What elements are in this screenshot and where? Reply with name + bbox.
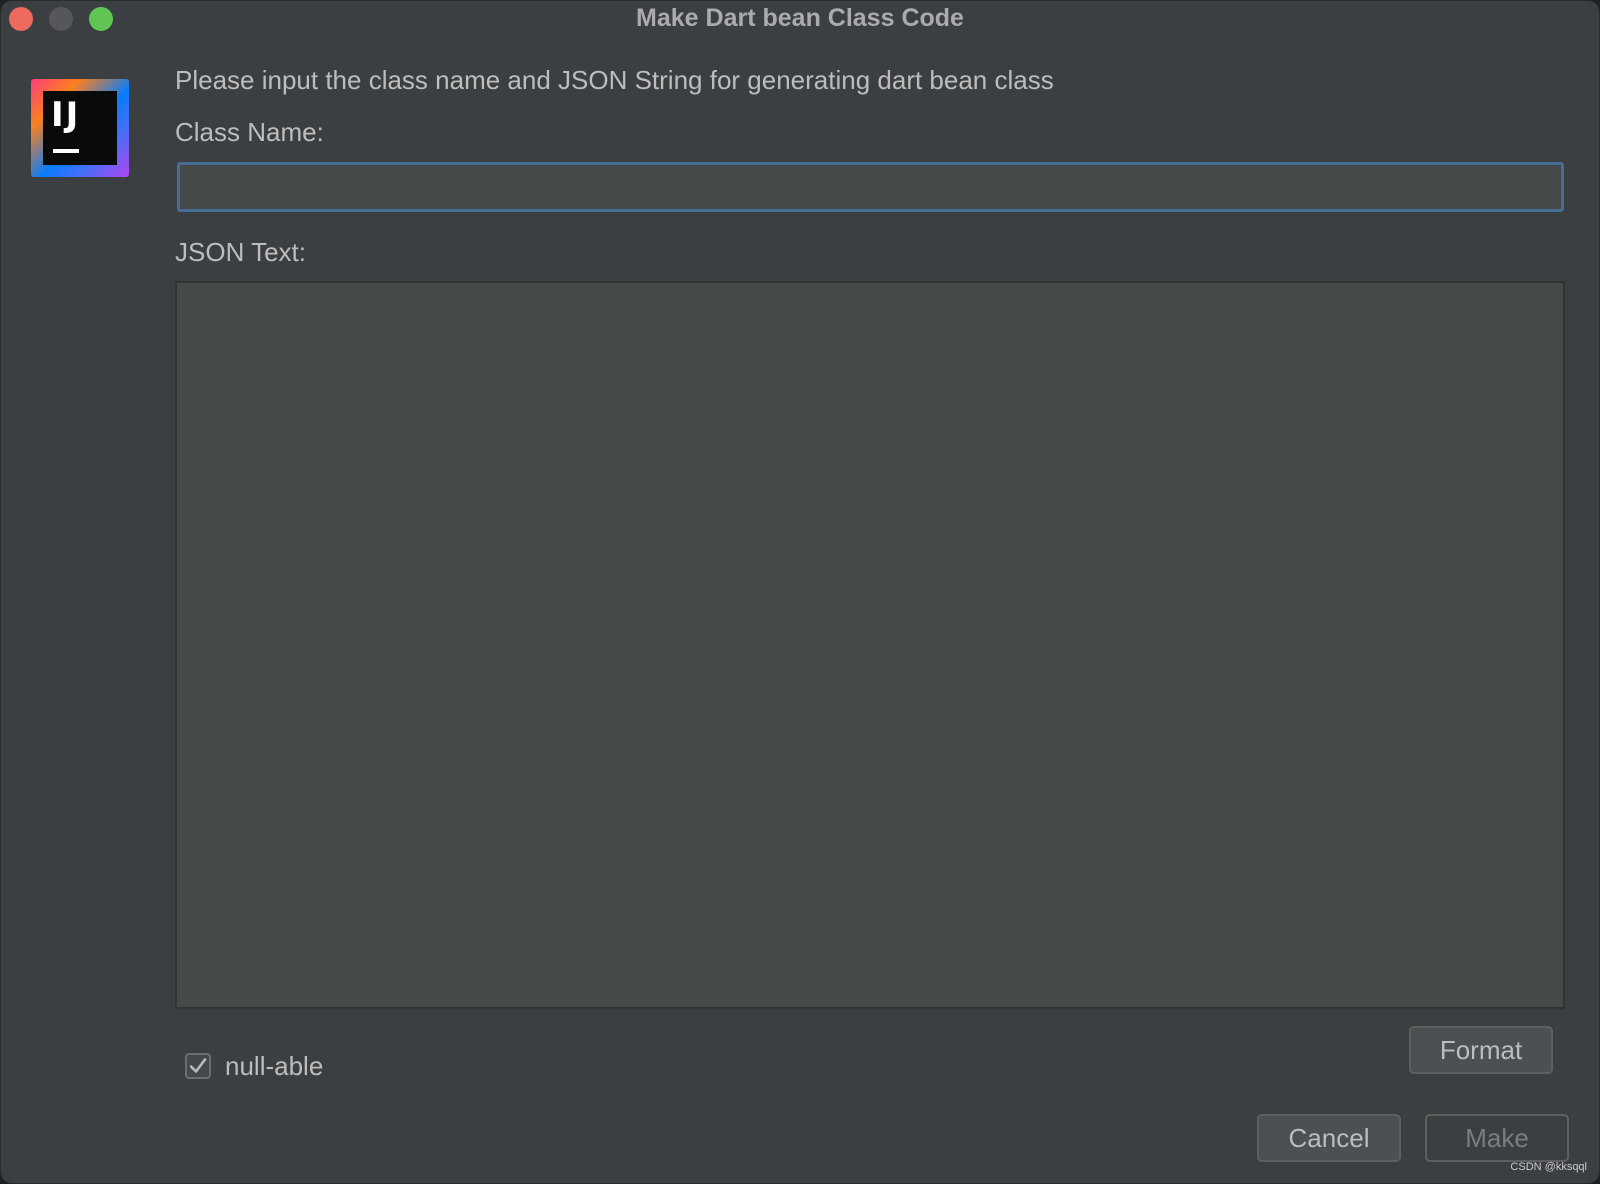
window-title: Make Dart bean Class Code (636, 4, 964, 32)
cancel-button[interactable]: Cancel (1257, 1114, 1401, 1162)
instruction-text: Please input the class name and JSON Str… (175, 65, 1054, 95)
nullable-option[interactable]: null-able (185, 1049, 323, 1083)
logo-underscore (53, 149, 79, 153)
intellij-logo-icon: IJ (31, 79, 129, 177)
class-name-label: Class Name: (175, 117, 324, 147)
class-name-input[interactable] (177, 162, 1564, 212)
watermark-text: CSDN @kksqql (1510, 1161, 1587, 1173)
nullable-checkbox[interactable] (185, 1053, 211, 1079)
format-button[interactable]: Format (1409, 1026, 1553, 1074)
make-button[interactable]: Make (1425, 1114, 1569, 1162)
json-text-label: JSON Text: (175, 237, 307, 267)
dialog-window: Make Dart bean Class Code IJ Please inpu… (0, 0, 1600, 1184)
checkmark-icon (189, 1058, 207, 1073)
logo-inner: IJ (43, 91, 117, 165)
logo-text: IJ (51, 95, 81, 135)
title-bar: Make Dart bean Class Code (1, 1, 1599, 37)
nullable-label: null-able (225, 1050, 324, 1081)
json-text-area[interactable] (175, 281, 1565, 1009)
